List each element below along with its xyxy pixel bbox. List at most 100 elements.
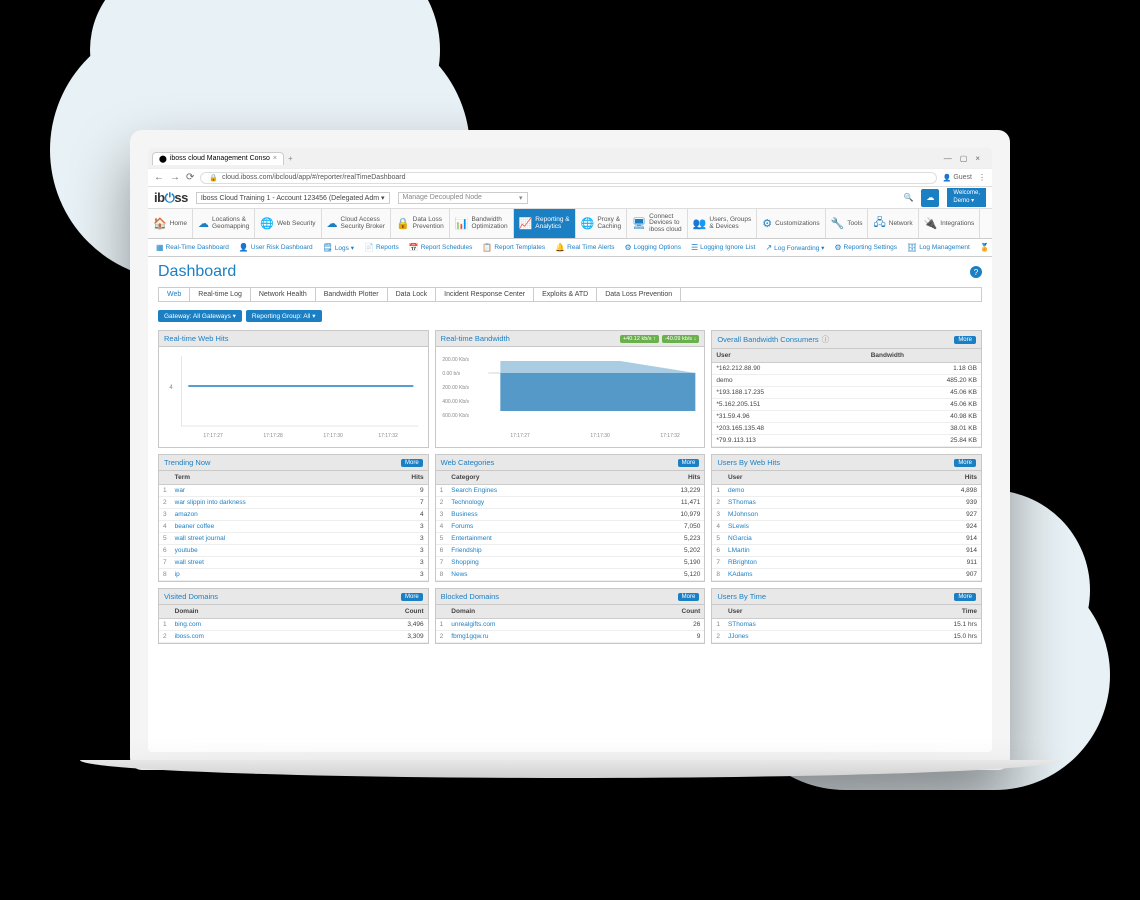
table-row[interactable]: 5wall street journal3 bbox=[159, 533, 428, 545]
more-button[interactable]: More bbox=[954, 459, 976, 467]
subnav-ignore-list[interactable]: ☰Logging Ignore List bbox=[687, 243, 759, 252]
table-row[interactable]: 7RBrighton911 bbox=[712, 557, 981, 569]
table-row[interactable]: 1Search Engines13,229 bbox=[436, 485, 705, 497]
nav-network[interactable]: 🖧Network bbox=[868, 209, 918, 238]
tab-data-lock[interactable]: Data Lock bbox=[388, 288, 437, 301]
more-button[interactable]: More bbox=[401, 459, 423, 467]
more-button[interactable]: More bbox=[678, 593, 700, 601]
tab-bandwidth-plotter[interactable]: Bandwidth Plotter bbox=[316, 288, 388, 301]
table-row[interactable]: 3MJohnson927 bbox=[712, 509, 981, 521]
nav-home[interactable]: 🏠Home bbox=[148, 209, 193, 238]
table-row[interactable]: 6LMartin914 bbox=[712, 545, 981, 557]
subnav-certificates[interactable]: 🏅Certificates bbox=[976, 243, 992, 252]
browser-tab[interactable]: ⬤ iboss cloud Management Conso × bbox=[152, 152, 284, 165]
table-row[interactable]: 1war9 bbox=[159, 485, 428, 497]
table-row[interactable]: 2fbmg1gqw.ru9 bbox=[436, 631, 705, 643]
back-icon[interactable]: ← bbox=[154, 172, 164, 183]
table-row[interactable]: 3Business10,979 bbox=[436, 509, 705, 521]
table-row[interactable]: 4beaner coffee3 bbox=[159, 521, 428, 533]
subnav-log-management[interactable]: 🗄Log Management bbox=[903, 243, 974, 252]
nav-proxy[interactable]: 🌐Proxy & Caching bbox=[576, 209, 628, 238]
manage-node-select[interactable]: Manage Decoupled Node ▾ bbox=[398, 192, 528, 204]
nav-tools[interactable]: 🔧Tools bbox=[826, 209, 869, 238]
table-row[interactable]: 8News5,120 bbox=[436, 569, 705, 581]
table-row[interactable]: 5NGarcia914 bbox=[712, 533, 981, 545]
subnav-logging-options[interactable]: ⚙Logging Options bbox=[620, 243, 685, 252]
table-row[interactable]: 2SThomas939 bbox=[712, 497, 981, 509]
close-window-icon[interactable]: × bbox=[975, 154, 980, 163]
nav-users-groups[interactable]: 👥Users, Groups & Devices bbox=[688, 209, 758, 238]
nav-customizations[interactable]: ⚙Customizations bbox=[757, 209, 825, 238]
table-row[interactable]: 6youtube3 bbox=[159, 545, 428, 557]
nav-web-security[interactable]: 🌐Web Security bbox=[255, 209, 321, 238]
table-row[interactable]: 2Technology11,471 bbox=[436, 497, 705, 509]
table-row[interactable]: 2war slippin into darkness7 bbox=[159, 497, 428, 509]
search-icon[interactable]: 🔍 bbox=[903, 193, 913, 202]
table-row[interactable]: 1unrealgifts.com26 bbox=[436, 619, 705, 631]
tab-dlp[interactable]: Data Loss Prevention bbox=[597, 288, 681, 301]
subnav-log-forwarding[interactable]: ↗Log Forwarding ▾ bbox=[761, 243, 828, 252]
table-row[interactable]: 4Forums7,050 bbox=[436, 521, 705, 533]
more-button[interactable]: More bbox=[954, 336, 976, 344]
new-tab-button[interactable]: + bbox=[288, 154, 293, 163]
table-row[interactable]: 4SLewis924 bbox=[712, 521, 981, 533]
table-row[interactable]: 5Entertainment5,223 bbox=[436, 533, 705, 545]
table-row[interactable]: 8ip3 bbox=[159, 569, 428, 581]
nav-reporting[interactable]: 📈Reporting & Analytics bbox=[514, 209, 576, 238]
tab-realtime-log[interactable]: Real-time Log bbox=[190, 288, 251, 301]
table-row[interactable]: 1SThomas15.1 hrs bbox=[712, 619, 981, 631]
group-filter[interactable]: Reporting Group: All ▾ bbox=[246, 310, 322, 322]
nav-casb[interactable]: ☁Cloud Access Security Broker bbox=[322, 209, 391, 238]
subnav-alerts[interactable]: 🔔Real Time Alerts bbox=[551, 243, 618, 252]
table-row[interactable]: 2iboss.com3,309 bbox=[159, 631, 428, 643]
subnav-reports[interactable]: 📄Reports bbox=[360, 243, 403, 252]
nav-dlp[interactable]: 🔒Data Loss Prevention bbox=[391, 209, 450, 238]
subnav-realtime-dashboard[interactable]: ▦Real-Time Dashboard bbox=[152, 243, 233, 252]
gateway-filter[interactable]: Gateway: All Gateways ▾ bbox=[158, 310, 242, 322]
forward-icon[interactable]: → bbox=[170, 172, 180, 183]
url-input[interactable]: 🔒 cloud.iboss.com/ibcloud/app/#/reporter… bbox=[200, 172, 936, 184]
table-row[interactable]: 2JJones15.0 hrs bbox=[712, 631, 981, 643]
table-row[interactable]: 7wall street3 bbox=[159, 557, 428, 569]
menu-icon[interactable]: ⋮ bbox=[978, 173, 986, 182]
subnav-user-risk[interactable]: 👤User Risk Dashboard bbox=[235, 243, 317, 252]
account-selector[interactable]: Iboss Cloud Training 1 - Account 123456 … bbox=[196, 192, 390, 204]
welcome-menu[interactable]: Welcome, Demo ▾ bbox=[947, 188, 986, 206]
tab-web[interactable]: Web bbox=[159, 288, 190, 301]
nav-bandwidth[interactable]: 📊Bandwidth Optimization bbox=[450, 209, 514, 238]
help-icon[interactable]: ? bbox=[970, 266, 982, 278]
table-row[interactable]: 6Friendship5,202 bbox=[436, 545, 705, 557]
table-row[interactable]: 7Shopping5,190 bbox=[436, 557, 705, 569]
table-row[interactable]: *162.212.88.901.18 GB bbox=[712, 363, 981, 375]
profile-guest[interactable]: 👤 Guest bbox=[943, 174, 972, 182]
table-row[interactable]: *79.9.113.11325.84 KB bbox=[712, 435, 981, 447]
nav-connect-devices[interactable]: 🖥Connect Devices to iboss cloud bbox=[627, 209, 688, 238]
tab-exploits[interactable]: Exploits & ATD bbox=[534, 288, 597, 301]
tab-network-health[interactable]: Network Health bbox=[251, 288, 316, 301]
subnav-templates[interactable]: 📋Report Templates bbox=[478, 243, 549, 252]
tab-incident-response[interactable]: Incident Response Center bbox=[436, 288, 534, 301]
table-row[interactable]: 1bing.com3,496 bbox=[159, 619, 428, 631]
minimize-icon[interactable]: — bbox=[944, 154, 952, 163]
nav-integrations[interactable]: 🔌Integrations bbox=[919, 209, 981, 238]
table-row[interactable]: demo485.20 KB bbox=[712, 375, 981, 387]
table-row[interactable]: *31.59.4.9640.98 KB bbox=[712, 411, 981, 423]
info-icon[interactable]: ⓘ bbox=[822, 334, 830, 345]
cloud-status-button[interactable]: ☁ bbox=[921, 189, 939, 207]
close-tab-icon[interactable]: × bbox=[273, 155, 277, 162]
more-button[interactable]: More bbox=[401, 593, 423, 601]
maximize-icon[interactable]: ▢ bbox=[960, 154, 968, 163]
table-row[interactable]: *193.188.17.23545.06 KB bbox=[712, 387, 981, 399]
more-button[interactable]: More bbox=[954, 593, 976, 601]
table-row[interactable]: 8KAdams907 bbox=[712, 569, 981, 581]
more-button[interactable]: More bbox=[678, 459, 700, 467]
nav-locations[interactable]: ☁Locations & Geomapping bbox=[193, 209, 255, 238]
table-row[interactable]: 1demo4,898 bbox=[712, 485, 981, 497]
table-row[interactable]: *203.165.135.4838.01 KB bbox=[712, 423, 981, 435]
subnav-schedules[interactable]: 📅Report Schedules bbox=[405, 243, 477, 252]
table-row[interactable]: *5.162.205.15145.06 KB bbox=[712, 399, 981, 411]
subnav-reporting-settings[interactable]: ⚙Reporting Settings bbox=[830, 243, 901, 252]
reload-icon[interactable]: ⟳ bbox=[186, 172, 194, 183]
subnav-logs[interactable]: 🗒Logs ▾ bbox=[319, 243, 358, 252]
table-row[interactable]: 3amazon4 bbox=[159, 509, 428, 521]
